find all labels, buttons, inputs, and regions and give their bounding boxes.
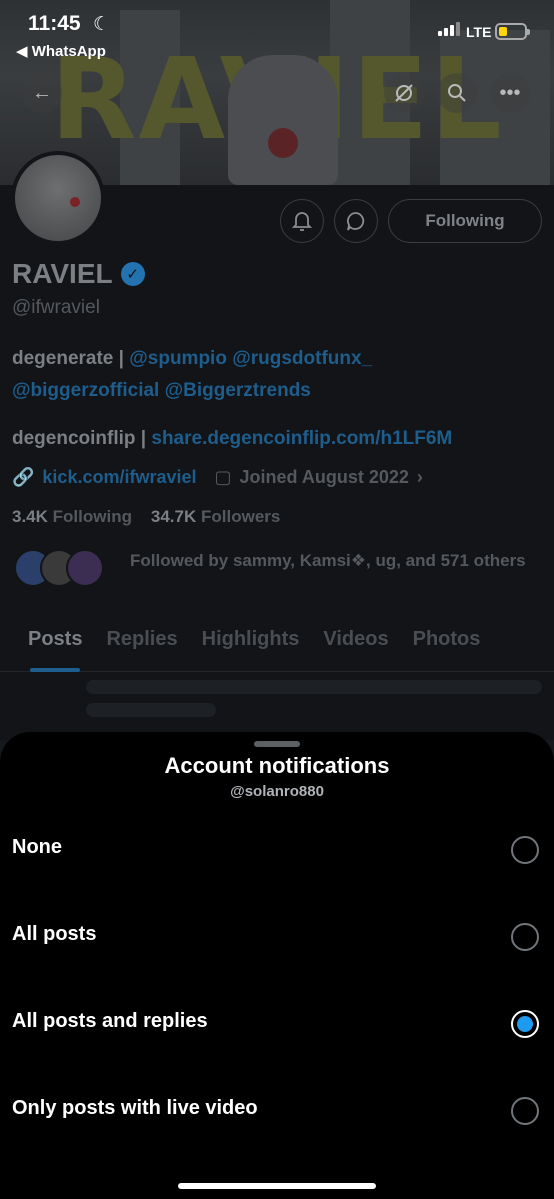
profile-name-row: RAVIEL ✓ <box>12 258 145 290</box>
followed-by-text[interactable]: Followed by sammy, Kamsi❖, ug, and 571 o… <box>130 545 530 577</box>
bio-link[interactable]: share.degencoinflip.com/h1LF6M <box>151 428 452 449</box>
eye-off-icon[interactable] <box>384 73 424 113</box>
website-link[interactable]: kick.com/ifwraviel <box>42 467 196 488</box>
bell-plus-icon[interactable] <box>280 199 324 243</box>
option-label: All posts <box>12 923 97 945</box>
banner-apple <box>268 128 298 158</box>
radio-button-selected[interactable] <box>511 1010 539 1038</box>
option-all-posts-and-replies[interactable]: All posts and replies <box>0 994 554 1054</box>
profile-page-dimmed: RAVIEL 11:45 ☾ ◀ WhatsApp LTE ← ••• Foll… <box>0 0 554 740</box>
notifications-sheet: Account notifications @solanro880 None A… <box>0 732 554 1199</box>
back-to-app-link[interactable]: ◀ WhatsApp <box>16 42 106 60</box>
sheet-subtitle: @solanro880 <box>230 783 324 800</box>
followers-count[interactable]: 34.7K <box>151 507 196 526</box>
joined-date: Joined August 2022 <box>239 467 409 487</box>
chevron-right-icon: › <box>416 467 423 487</box>
follow-stats: 3.4K Following 34.7K Followers <box>12 507 280 527</box>
link-icon: 🔗 <box>12 467 35 487</box>
bio-mentions[interactable]: @spumpio @rugsdotfunx_ <box>129 348 372 369</box>
profile-bio: degenerate | @spumpio @rugsdotfunx_ @big… <box>12 343 542 407</box>
followers-label[interactable]: Followers <box>201 507 280 526</box>
radio-button[interactable] <box>511 836 539 864</box>
profile-bio-link-line: degencoinflip | share.degencoinflip.com/… <box>12 428 452 450</box>
sheet-title: Account notifications <box>164 753 390 778</box>
home-indicator[interactable] <box>178 1183 376 1189</box>
option-label: Only posts with live video <box>12 1097 258 1119</box>
option-none[interactable]: None <box>0 820 554 880</box>
back-arrow-icon[interactable]: ← <box>22 73 62 113</box>
option-live-video[interactable]: Only posts with live video <box>0 1081 554 1141</box>
profile-tabs: Posts Replies Highlights Videos Photos <box>0 620 554 672</box>
message-icon[interactable] <box>334 199 378 243</box>
radio-button[interactable] <box>511 1097 539 1125</box>
status-bar: 11:45 ☾ ◀ WhatsApp LTE <box>0 0 554 66</box>
radio-button[interactable] <box>511 923 539 951</box>
option-label: All posts and replies <box>12 1010 208 1032</box>
following-count[interactable]: 3.4K <box>12 507 48 526</box>
tab-videos[interactable]: Videos <box>311 620 400 672</box>
followed-by-avatars[interactable] <box>14 549 104 587</box>
profile-handle: @ifwraviel <box>12 297 100 318</box>
calendar-icon: ▢ <box>214 467 232 487</box>
network-label: LTE <box>466 24 492 40</box>
sheet-grabber[interactable] <box>254 741 300 747</box>
loading-placeholder <box>86 703 216 717</box>
search-icon[interactable] <box>437 73 477 113</box>
option-label: None <box>12 836 62 858</box>
tab-photos[interactable]: Photos <box>401 620 493 672</box>
avatar <box>66 549 104 587</box>
profile-name: RAVIEL <box>12 258 113 289</box>
more-icon[interactable]: ••• <box>490 73 530 113</box>
signal-icon <box>438 20 460 36</box>
tab-replies[interactable]: Replies <box>94 620 189 672</box>
moon-icon: ☾ <box>93 14 111 35</box>
tab-highlights[interactable]: Highlights <box>190 620 312 672</box>
clock: 11:45 <box>28 12 81 35</box>
bio2-text: degencoinflip | <box>12 428 152 449</box>
battery-icon <box>495 23 530 40</box>
loading-placeholder <box>86 680 542 694</box>
verified-badge-icon: ✓ <box>120 262 145 286</box>
bio-mentions-2[interactable]: @biggerzofficial @Biggerztrends <box>12 380 311 401</box>
following-label[interactable]: Following <box>53 507 132 526</box>
bio-text: degenerate | <box>12 348 130 369</box>
option-all-posts[interactable]: All posts <box>0 907 554 967</box>
profile-meta: 🔗 kick.com/ifwraviel ▢ Joined August 202… <box>12 467 423 488</box>
banner-figure <box>228 55 338 185</box>
avatar[interactable] <box>11 151 105 245</box>
following-button[interactable]: Following <box>388 199 542 243</box>
tab-posts[interactable]: Posts <box>16 620 94 672</box>
